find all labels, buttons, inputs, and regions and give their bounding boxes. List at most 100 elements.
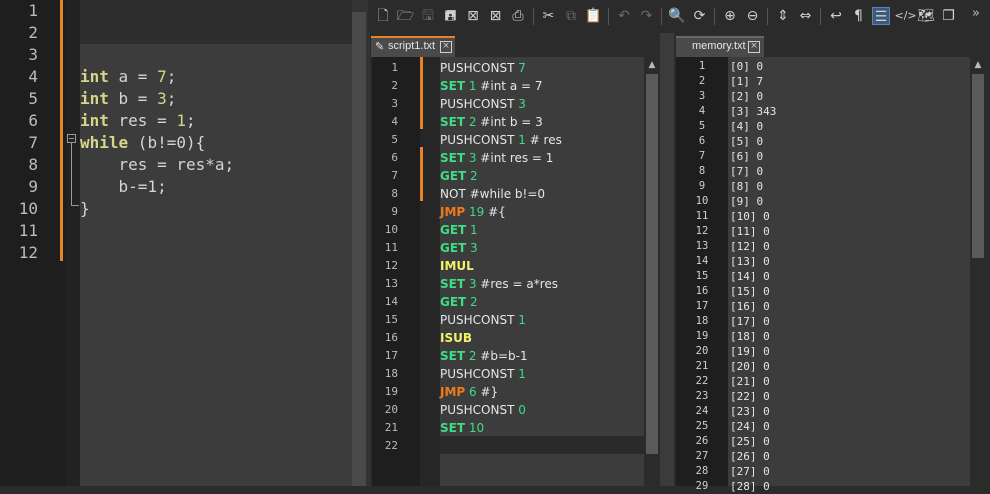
code-line[interactable]: SET 2 #b=b-1	[440, 347, 528, 365]
code-line[interactable]: SET 3 #int res = 1	[440, 149, 553, 167]
word-wrap-icon[interactable]: ↩	[827, 7, 845, 25]
memory-cell[interactable]: [1] 7	[730, 74, 763, 89]
zoom-out-icon[interactable]: ⊖	[744, 7, 762, 25]
memory-scrollbar-thumb[interactable]	[972, 74, 984, 258]
tab-memory-close-icon[interactable]: ×	[748, 41, 760, 53]
save-icon[interactable]: 🖫	[419, 7, 437, 25]
code-line[interactable]: ISUB	[440, 329, 472, 347]
line-number: 12	[676, 224, 728, 239]
xml-icon[interactable]: </>	[895, 7, 917, 25]
code-line[interactable]: PUSHCONST 1	[440, 365, 526, 383]
code-line[interactable]: PUSHCONST 7	[440, 59, 526, 77]
memory-cell[interactable]: [26] 0	[730, 449, 770, 464]
code-line[interactable]: JMP 19 #{	[440, 203, 506, 221]
code-line[interactable]: GET 1	[440, 221, 478, 239]
redo-icon[interactable]: ↷	[638, 7, 656, 25]
code-line[interactable]: NOT #while b!=0	[440, 185, 545, 203]
code-line[interactable]: PUSHCONST 0	[440, 401, 526, 419]
code-line[interactable]: res = res*a;	[80, 154, 235, 176]
memory-cell[interactable]: [6] 0	[730, 149, 763, 164]
memory-cell[interactable]: [22] 0	[730, 389, 770, 404]
memory-cell[interactable]: [8] 0	[730, 179, 763, 194]
right-splitter[interactable]	[660, 33, 674, 486]
script-scrollbar-thumb[interactable]	[646, 74, 658, 454]
memory-cell[interactable]: [10] 0	[730, 209, 770, 224]
memory-cell[interactable]: [11] 0	[730, 224, 770, 239]
show-all-chars-icon[interactable]: ¶	[850, 7, 868, 25]
memory-cell[interactable]: [25] 0	[730, 434, 770, 449]
memory-cell[interactable]: [13] 0	[730, 254, 770, 269]
code-line[interactable]: int res = 1;	[80, 110, 196, 132]
save-all-icon[interactable]: 🖪	[442, 7, 460, 25]
indent-guide-icon[interactable]: ☰	[872, 7, 890, 25]
code-line[interactable]: while (b!=0){	[80, 132, 205, 154]
sync-vertical-icon[interactable]: ⇕	[774, 7, 792, 25]
memory-cell[interactable]: [16] 0	[730, 299, 770, 314]
code-line[interactable]: GET 3	[440, 239, 478, 257]
line-number: 21	[384, 421, 398, 434]
clone-icon[interactable]: ❐	[940, 7, 958, 25]
memory-cell[interactable]: [19] 0	[730, 344, 770, 359]
close-icon[interactable]: ⊠	[464, 7, 482, 25]
memory-cell[interactable]: [18] 0	[730, 329, 770, 344]
code-line[interactable]: int a = 7;	[80, 66, 176, 88]
memory-cell[interactable]: [0] 0	[730, 59, 763, 74]
memory-cell[interactable]: [3] 343	[730, 104, 776, 119]
map-icon[interactable]: 🗺	[917, 7, 935, 25]
code-line[interactable]: SET 3 #res = a*res	[440, 275, 558, 293]
line-number-text: 12	[695, 225, 709, 237]
find-icon[interactable]: 🔍	[668, 7, 686, 25]
memory-cell[interactable]: [15] 0	[730, 284, 770, 299]
memory-cell[interactable]: [4] 0	[730, 119, 763, 134]
memory-cell[interactable]: [9] 0	[730, 194, 763, 209]
memory-cell[interactable]: [12] 0	[730, 239, 770, 254]
code-line[interactable]: PUSHCONST 1	[440, 311, 526, 329]
tab-script1[interactable]: ✎ script1.txt ×	[371, 36, 455, 57]
close-all-icon[interactable]: ⊠	[487, 7, 505, 25]
left-splitter-handle[interactable]	[352, 12, 366, 486]
replace-icon[interactable]: ⟳	[691, 7, 709, 25]
paste-icon[interactable]: 📋	[585, 7, 603, 25]
code-line[interactable]: SET 10	[440, 419, 484, 437]
memory-cell[interactable]: [7] 0	[730, 164, 763, 179]
code-line[interactable]: int b = 3;	[80, 88, 176, 110]
line-number-text: 24	[695, 405, 709, 417]
code-line[interactable]: SET 2 #int b = 3	[440, 113, 543, 131]
sync-horizontal-icon[interactable]: ⇔	[797, 7, 815, 25]
toolbar-separator	[608, 8, 609, 25]
code-line[interactable]: PUSHCONST 3	[440, 95, 526, 113]
script-scroll-up-icon[interactable]: ▲	[646, 59, 658, 71]
fold-toggle-icon[interactable]	[67, 134, 76, 143]
memory-scroll-up-icon[interactable]: ▲	[972, 59, 984, 71]
tab-memory[interactable]: memory.txt ×	[676, 36, 764, 57]
memory-cell[interactable]: [27] 0	[730, 464, 770, 479]
copy-icon[interactable]: ⧉	[562, 7, 580, 25]
tab-script1-close-icon[interactable]: ×	[440, 41, 452, 53]
code-line[interactable]: GET 2	[440, 293, 478, 311]
print-icon[interactable]: ⎙	[509, 7, 527, 25]
code-line[interactable]: SET 1 #int a = 7	[440, 77, 542, 95]
code-line[interactable]: b-=1;	[80, 176, 167, 198]
toolbar-overflow-icon[interactable]: »	[972, 6, 980, 21]
line-number: 2	[28, 23, 38, 42]
memory-cell[interactable]: [2] 0	[730, 89, 763, 104]
memory-cell[interactable]: [24] 0	[730, 419, 770, 434]
open-file-icon[interactable]: 🗁	[397, 7, 415, 25]
code-line[interactable]: JMP 6 #}	[440, 383, 498, 401]
code-line[interactable]: }	[80, 198, 90, 220]
undo-icon[interactable]: ↶	[615, 7, 633, 25]
code-line[interactable]: PUSHCONST 1 # res	[440, 131, 562, 149]
code-line[interactable]: GET 2	[440, 167, 478, 185]
memory-cell[interactable]: [28] 0	[730, 479, 770, 494]
line-number: 15	[676, 269, 728, 284]
memory-cell[interactable]: [21] 0	[730, 374, 770, 389]
memory-cell[interactable]: [14] 0	[730, 269, 770, 284]
memory-cell[interactable]: [23] 0	[730, 404, 770, 419]
new-file-icon[interactable]: 🗋	[374, 7, 392, 25]
memory-cell[interactable]: [20] 0	[730, 359, 770, 374]
memory-cell[interactable]: [5] 0	[730, 134, 763, 149]
zoom-in-icon[interactable]: ⊕	[721, 7, 739, 25]
memory-cell[interactable]: [17] 0	[730, 314, 770, 329]
cut-icon[interactable]: ✂	[540, 7, 558, 25]
code-line[interactable]: IMUL	[440, 257, 474, 275]
